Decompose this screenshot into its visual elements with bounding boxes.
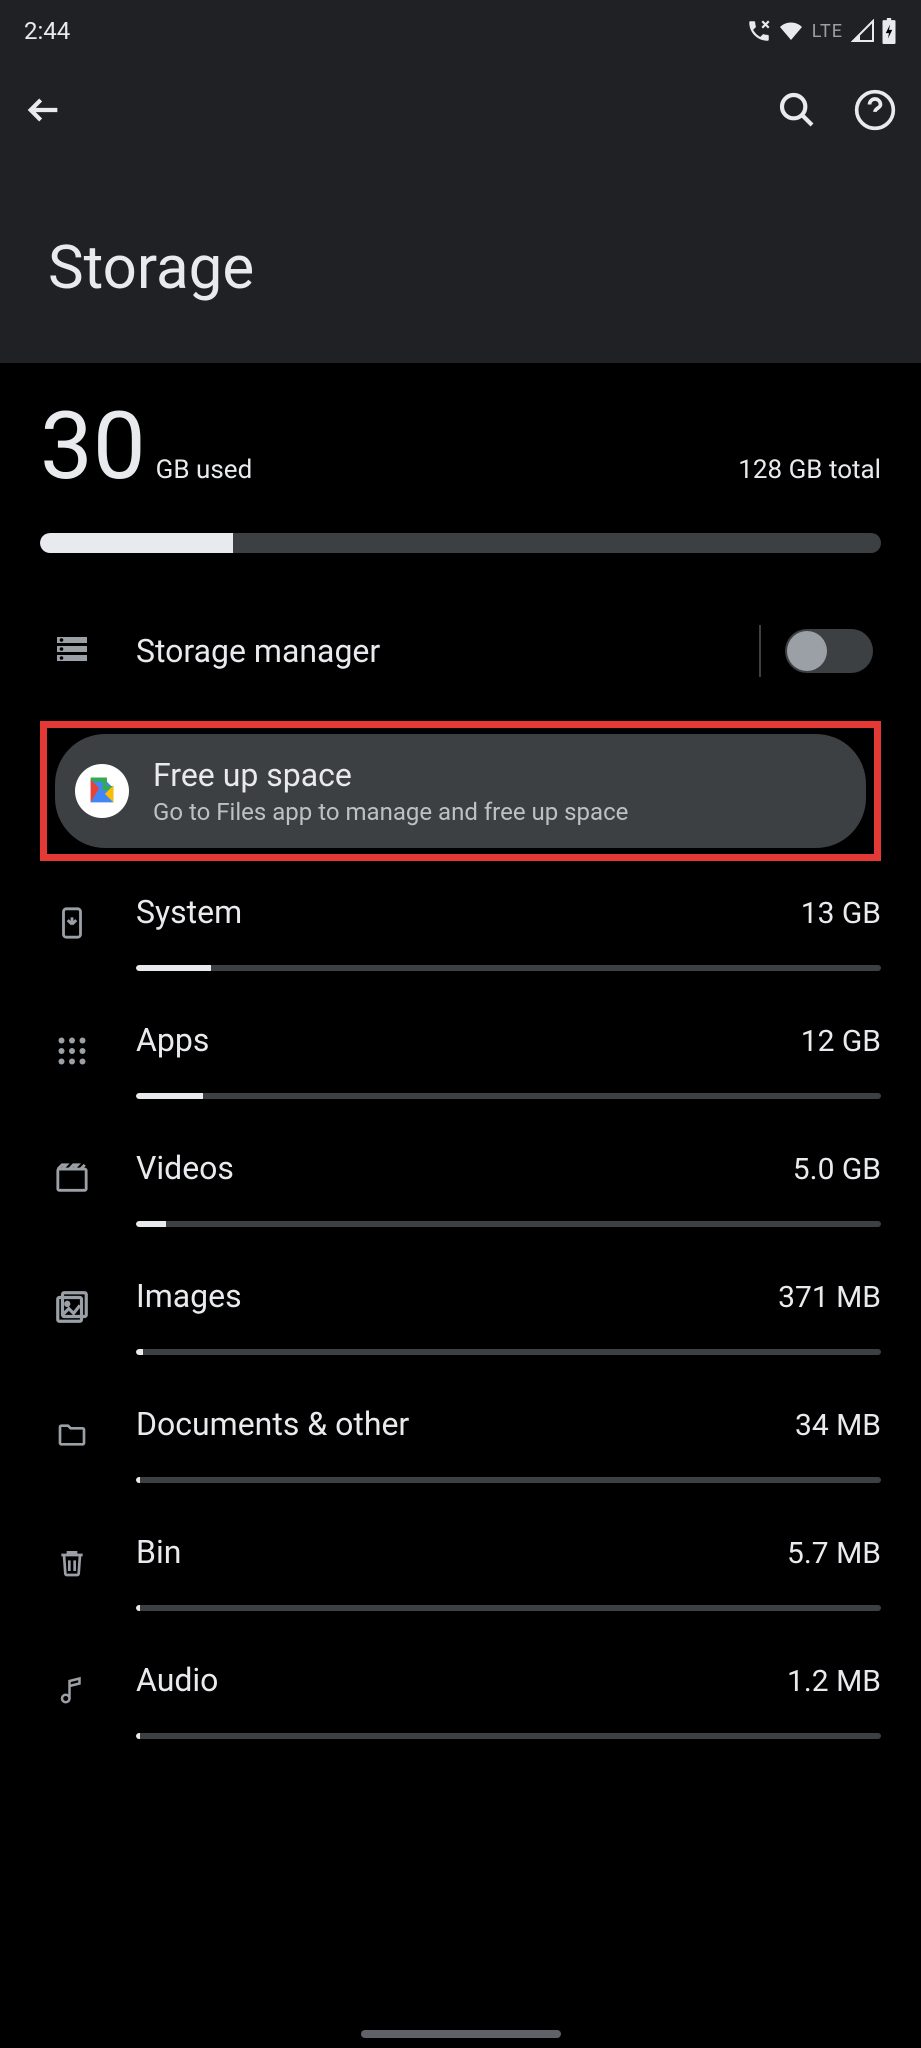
category-size: 34 MB: [795, 1408, 881, 1443]
status-bar: 2:44 LTE: [0, 0, 921, 62]
category-progress-fill: [136, 1093, 203, 1099]
category-progress: [136, 1733, 881, 1739]
storage-manager-icon: [54, 631, 90, 671]
category-label: Documents & other: [136, 1405, 409, 1443]
usage-summary: 30 GB used 128 GB total: [40, 399, 881, 493]
category-progress: [136, 1221, 881, 1227]
storage-manager-row[interactable]: Storage manager: [40, 613, 881, 689]
category-label: Audio: [136, 1661, 218, 1699]
lte-indicator: LTE: [812, 21, 843, 42]
files-app-icon: [75, 764, 129, 818]
free-up-space-button[interactable]: Free up space Go to Files app to manage …: [55, 734, 866, 848]
category-progress-fill: [136, 1605, 140, 1611]
category-row[interactable]: Videos 5.0 GB: [40, 1117, 881, 1245]
battery-charging-icon: [881, 18, 897, 44]
highlight-annotation: Free up space Go to Files app to manage …: [40, 721, 881, 861]
category-progress: [136, 965, 881, 971]
category-icon: [48, 1667, 96, 1715]
signal-icon: [851, 19, 875, 43]
category-icon: [48, 1283, 96, 1331]
category-progress: [136, 1093, 881, 1099]
category-progress: [136, 1477, 881, 1483]
search-button[interactable]: [777, 90, 817, 134]
category-icon: [48, 1411, 96, 1459]
status-time: 2:44: [24, 17, 70, 45]
category-icon: [48, 1539, 96, 1587]
category-label: Apps: [136, 1021, 209, 1059]
total-storage: 128 GB total: [738, 455, 881, 485]
category-progress: [136, 1605, 881, 1611]
storage-manager-label: Storage manager: [136, 632, 735, 670]
category-row[interactable]: Audio 1.2 MB: [40, 1629, 881, 1757]
used-amount: 30: [40, 399, 146, 493]
category-row[interactable]: Documents & other 34 MB: [40, 1373, 881, 1501]
category-size: 5.7 MB: [787, 1536, 881, 1571]
storage-progress-fill: [40, 533, 233, 553]
category-label: System: [136, 893, 242, 931]
category-size: 1.2 MB: [787, 1664, 881, 1699]
category-progress: [136, 1349, 881, 1355]
category-icon: [48, 1027, 96, 1075]
nav-bar-indicator[interactable]: [361, 2030, 561, 2038]
free-up-subtitle: Go to Files app to manage and free up sp…: [153, 798, 628, 826]
category-row[interactable]: Bin 5.7 MB: [40, 1501, 881, 1629]
category-progress-fill: [136, 1477, 140, 1483]
category-row[interactable]: System 13 GB: [40, 861, 881, 989]
used-unit: GB used: [156, 455, 253, 485]
storage-content: 30 GB used 128 GB total Storage manager …: [0, 363, 921, 1757]
category-progress-fill: [136, 1221, 166, 1227]
category-size: 12 GB: [801, 1024, 881, 1059]
divider: [759, 625, 761, 677]
app-header: Storage: [0, 62, 921, 363]
category-size: 371 MB: [778, 1280, 881, 1315]
toggle-thumb: [787, 631, 827, 671]
category-icon: [48, 899, 96, 947]
category-size: 5.0 GB: [793, 1152, 881, 1187]
wifi-icon: [778, 19, 804, 43]
category-label: Videos: [136, 1149, 234, 1187]
wifi-calling-icon: [746, 18, 772, 44]
help-button[interactable]: [853, 88, 897, 136]
category-row[interactable]: Images 371 MB: [40, 1245, 881, 1373]
free-up-title: Free up space: [153, 756, 628, 794]
page-title: Storage: [24, 162, 897, 363]
category-progress-fill: [136, 1733, 140, 1739]
storage-progress: [40, 533, 881, 553]
category-size: 13 GB: [801, 896, 881, 931]
category-label: Bin: [136, 1533, 181, 1571]
category-row[interactable]: Apps 12 GB: [40, 989, 881, 1117]
status-icons: LTE: [746, 18, 897, 44]
back-button[interactable]: [24, 90, 64, 134]
category-progress-fill: [136, 965, 211, 971]
category-label: Images: [136, 1277, 242, 1315]
category-icon: [48, 1155, 96, 1203]
category-progress-fill: [136, 1349, 143, 1355]
storage-manager-toggle[interactable]: [785, 629, 873, 673]
